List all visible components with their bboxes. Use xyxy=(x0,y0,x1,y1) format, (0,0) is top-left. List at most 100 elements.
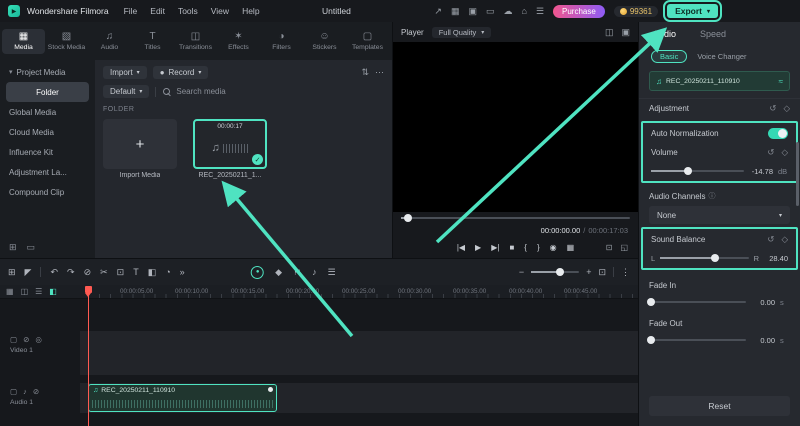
mask-tool-icon[interactable]: ◧ xyxy=(148,267,157,278)
split-icon[interactable]: ✂ xyxy=(100,267,108,278)
sidebar-item-folder[interactable]: Folder xyxy=(6,82,89,102)
menu-view[interactable]: View xyxy=(211,6,229,16)
track-list-icon[interactable]: ☰ xyxy=(35,287,42,296)
reset-button[interactable]: Reset xyxy=(649,396,790,416)
mic-icon[interactable]: ♪ xyxy=(312,267,317,277)
sidebar-item-adjustment-layer[interactable]: Adjustment La... xyxy=(0,162,95,182)
mark-out-icon[interactable]: } xyxy=(537,243,540,252)
play-icon[interactable]: ▶ xyxy=(475,243,481,252)
cloud-icon[interactable]: ☁ xyxy=(504,6,513,17)
layout-icon[interactable]: ▦ xyxy=(451,6,460,17)
folder-icon[interactable]: ▭ xyxy=(27,242,36,253)
delete-icon[interactable]: ⊘ xyxy=(84,267,92,278)
hide-track-icon[interactable]: ◎ xyxy=(35,335,42,344)
zoom-slider[interactable] xyxy=(531,267,580,277)
playhead-handle[interactable] xyxy=(85,286,92,297)
selected-clip-card[interactable]: ♫ REC_20250211_110910 ≈ xyxy=(649,71,790,91)
balance-slider[interactable] xyxy=(660,253,749,263)
tab-audio[interactable]: ♫ Audio xyxy=(88,29,131,54)
tab-stickers[interactable]: ☺ Stickers xyxy=(303,29,346,54)
reset-section-icon[interactable]: ↺ xyxy=(769,103,776,114)
audio-track-icon[interactable]: ♪ xyxy=(23,387,27,396)
coin-balance[interactable]: 99361 xyxy=(613,5,659,17)
magnet-icon[interactable]: ◧ xyxy=(49,287,57,296)
stop-icon[interactable]: ■ xyxy=(509,243,514,252)
track-options-icon[interactable]: ▢ xyxy=(10,335,17,344)
fade-in-slider[interactable] xyxy=(646,297,746,307)
track-options-icon[interactable]: ▢ xyxy=(10,387,17,396)
screen-record-icon[interactable]: ▣ xyxy=(468,6,477,17)
mixer-icon[interactable]: ☰ xyxy=(328,267,336,278)
auto-normalization-toggle[interactable] xyxy=(768,128,788,139)
menu-tools[interactable]: Tools xyxy=(178,6,198,16)
more-icon[interactable]: ⋯ xyxy=(375,67,384,78)
split-view-icon[interactable]: ◫ xyxy=(605,27,614,38)
home-icon[interactable]: ⌂ xyxy=(522,6,527,16)
tab-speed[interactable]: Speed xyxy=(700,29,726,39)
mute-track-icon[interactable]: ⊘ xyxy=(33,387,39,396)
sidebar-item-cloud-media[interactable]: Cloud Media xyxy=(0,122,95,142)
reset-balance-icon[interactable]: ↺ xyxy=(767,234,774,245)
audio-channels-dropdown[interactable]: None ▾ xyxy=(649,206,790,224)
crop-icon[interactable]: ⊡ xyxy=(606,243,613,252)
search-input[interactable]: Search media xyxy=(162,87,384,96)
tab-templates[interactable]: ▢ Templates xyxy=(346,29,389,54)
speed-tool-icon[interactable]: ◔ xyxy=(165,267,170,277)
balance-keyframe-icon[interactable]: ◇ xyxy=(781,234,788,245)
snap-icon[interactable]: ⊞ xyxy=(8,267,16,278)
link-clips-icon[interactable]: ◫ xyxy=(21,287,29,296)
volume-slider[interactable] xyxy=(651,166,744,176)
tab-filters[interactable]: ◑ Filters xyxy=(260,29,303,54)
sidebar-item-compound-clip[interactable]: Compound Clip xyxy=(0,182,95,202)
timeline-ruler[interactable]: ▦ ◫ ☰ ◧ 00:00:05.00 00:00:10.00 00:00:15… xyxy=(0,285,638,299)
view-dropdown[interactable]: Default ▾ xyxy=(103,85,150,98)
tab-audio-settings[interactable]: Audio xyxy=(653,29,676,39)
sidebar-item-global-media[interactable]: Global Media xyxy=(0,102,95,122)
playhead[interactable] xyxy=(85,286,92,426)
volume-keyframe-icon[interactable]: ◇ xyxy=(781,147,788,158)
video-track-lane[interactable] xyxy=(80,331,638,375)
manage-tracks-icon[interactable]: ▦ xyxy=(6,287,14,296)
next-frame-icon[interactable]: ▶| xyxy=(491,243,499,252)
grid-icon[interactable]: ▦ xyxy=(567,243,575,252)
new-folder-icon[interactable]: ⊞ xyxy=(9,242,17,253)
import-tile-box[interactable]: + xyxy=(103,119,177,169)
crop-tool-icon[interactable]: ⊡ xyxy=(117,267,125,278)
tab-stock-media[interactable]: ▧ Stock Media xyxy=(45,29,88,54)
menu-edit[interactable]: Edit xyxy=(150,6,165,16)
snapshot-icon[interactable]: ◉ xyxy=(550,243,557,252)
fullscreen-icon[interactable]: ◱ xyxy=(620,243,628,252)
import-dropdown[interactable]: Import ▾ xyxy=(103,66,147,79)
clip-tile-box[interactable]: 00:00:17 ♫ ✓ xyxy=(193,119,267,169)
device-icon[interactable]: ▭ xyxy=(486,6,495,17)
record-dropdown[interactable]: ● Record ▾ xyxy=(152,66,209,79)
fit-timeline-icon[interactable]: ⊡ xyxy=(598,267,606,278)
zoom-out-icon[interactable]: − xyxy=(519,267,524,277)
sidebar-item-influence-kit[interactable]: Influence Kit xyxy=(0,142,95,162)
menu-icon[interactable]: ☰ xyxy=(536,6,544,17)
mute-track-icon[interactable]: ⊘ xyxy=(23,335,29,344)
subtab-basic[interactable]: Basic xyxy=(651,49,688,63)
filter-icon[interactable]: ⇅ xyxy=(361,67,369,78)
quality-dropdown[interactable]: Full Quality ▾ xyxy=(431,26,492,38)
pointer-tool-icon[interactable]: ◤ xyxy=(25,267,32,278)
seek-slider[interactable] xyxy=(401,213,630,223)
menu-file[interactable]: File xyxy=(124,6,138,16)
tab-effects[interactable]: ✶ Effects xyxy=(217,29,260,54)
share-icon[interactable]: ↗ xyxy=(434,6,442,17)
keyframe-icon[interactable]: ◆ xyxy=(275,267,282,278)
menu-help[interactable]: Help xyxy=(242,6,259,16)
undo-icon[interactable]: ↶ xyxy=(50,267,58,278)
zoom-in-icon[interactable]: + xyxy=(586,267,591,277)
export-button[interactable]: Export ▾ xyxy=(663,0,722,22)
scrollbar[interactable] xyxy=(796,142,799,206)
audio-clip-tile[interactable]: 00:00:17 ♫ ✓ REC_20250211_1... xyxy=(193,119,267,179)
tab-titles[interactable]: T Titles xyxy=(131,29,174,54)
fade-out-slider[interactable] xyxy=(646,335,746,345)
tab-media[interactable]: ▦ Media xyxy=(2,28,45,54)
keyframe-icon[interactable]: ◇ xyxy=(783,103,790,114)
subtab-voice-changer[interactable]: Voice Changer xyxy=(697,52,746,61)
redo-icon[interactable]: ↷ xyxy=(67,267,75,278)
timeline-menu-icon[interactable]: ⋮ xyxy=(621,267,630,278)
panel-toggle-icon[interactable]: ▣ xyxy=(621,27,630,38)
